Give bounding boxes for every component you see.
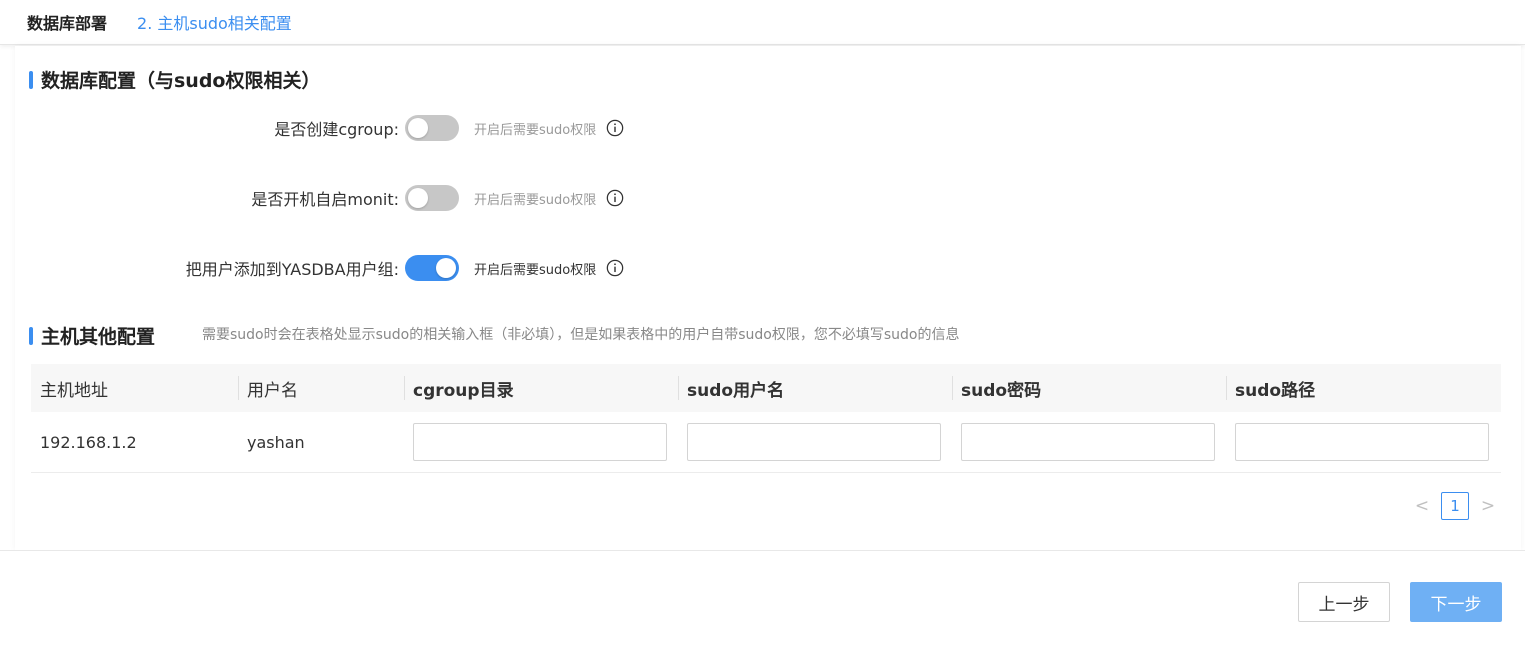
yasdba-label: 把用户添加到YASDBA用户组: — [185, 260, 399, 279]
switch-knob — [436, 258, 456, 278]
section-accent-bar — [29, 70, 33, 89]
yasdba-switch[interactable] — [405, 255, 459, 281]
host-config-title-text: 主机其他配置 — [41, 326, 156, 348]
col-header-host: 主机地址 — [40, 380, 108, 401]
sudo-user-input[interactable] — [687, 423, 941, 461]
monit-switch[interactable] — [405, 185, 459, 211]
cgroup-dir-input[interactable] — [413, 423, 667, 461]
host-table: 主机地址 用户名 cgroup目录 sudo用户名 sudo密码 sudo路径 … — [31, 364, 1501, 473]
col-header-sudo-password: sudo密码 — [952, 364, 1226, 412]
top-bar: 数据库部署 2. 主机sudo相关配置 — [0, 0, 1525, 45]
switch-knob — [408, 118, 428, 138]
sudo-password-input[interactable] — [961, 423, 1215, 461]
form-row-yasdba: 把用户添加到YASDBA用户组: 开启后需要sudo权限 — [15, 253, 715, 283]
page-title: 数据库部署 — [27, 14, 108, 33]
cgroup-switch[interactable] — [405, 115, 459, 141]
cell-user: yashan — [238, 412, 404, 473]
next-step-button[interactable]: 下一步 — [1410, 582, 1502, 622]
db-config-title-text: 数据库配置（与sudo权限相关） — [41, 70, 321, 92]
form-row-monit: 是否开机自启monit: 开启后需要sudo权限 — [15, 183, 715, 213]
section-accent-bar — [29, 326, 33, 345]
cell-host: 192.168.1.2 — [31, 412, 238, 473]
step-breadcrumb[interactable]: 2. 主机sudo相关配置 — [137, 10, 292, 34]
db-config-section-title: 数据库配置（与sudo权限相关） — [29, 66, 321, 93]
page-number-current[interactable]: 1 — [1441, 492, 1469, 520]
info-icon[interactable] — [606, 259, 624, 277]
host-config-section-title: 主机其他配置 — [29, 322, 155, 349]
sudo-path-input[interactable] — [1235, 423, 1489, 461]
col-header-user: 用户名 — [238, 364, 404, 412]
yasdba-hint: 开启后需要sudo权限 — [474, 262, 597, 278]
prev-page-icon[interactable]: < — [1411, 496, 1433, 516]
switch-knob — [408, 188, 428, 208]
table-row: 192.168.1.2 yashan — [31, 412, 1501, 473]
pagination: < 1 > — [1411, 492, 1499, 520]
prev-step-button[interactable]: 上一步 — [1298, 582, 1390, 622]
col-header-sudo-user: sudo用户名 — [678, 364, 952, 412]
cgroup-hint: 开启后需要sudo权限 — [474, 122, 597, 138]
info-icon[interactable] — [606, 119, 624, 137]
main-panel: 数据库配置（与sudo权限相关） 是否创建cgroup: 开启后需要sudo权限… — [15, 46, 1521, 550]
monit-label: 是否开机自启monit: — [251, 190, 399, 209]
footer-bar: 上一步 下一步 — [0, 550, 1525, 646]
monit-hint: 开启后需要sudo权限 — [474, 192, 597, 208]
table-header-row: 主机地址 用户名 cgroup目录 sudo用户名 sudo密码 sudo路径 — [31, 364, 1501, 412]
col-header-cgroup-dir: cgroup目录 — [404, 364, 678, 412]
cgroup-label: 是否创建cgroup: — [274, 120, 399, 139]
host-config-note: 需要sudo时会在表格处显示sudo的相关输入框（非必填），但是如果表格中的用户… — [202, 327, 960, 343]
form-row-cgroup: 是否创建cgroup: 开启后需要sudo权限 — [15, 113, 715, 143]
info-icon[interactable] — [606, 189, 624, 207]
next-page-icon[interactable]: > — [1477, 496, 1499, 516]
col-header-sudo-path: sudo路径 — [1226, 364, 1501, 412]
